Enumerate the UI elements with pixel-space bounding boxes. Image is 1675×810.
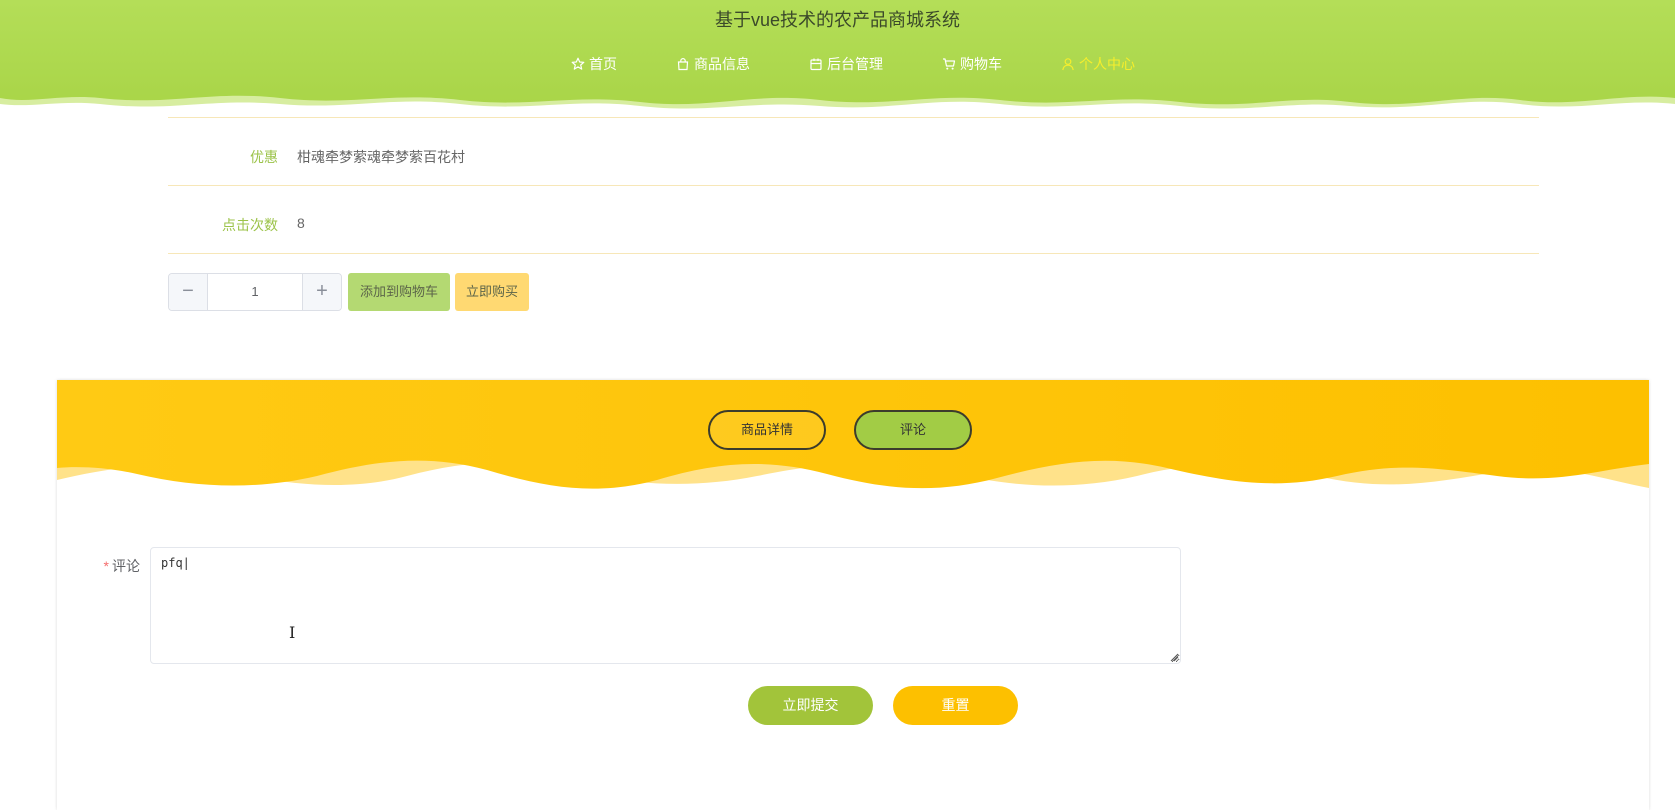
row-divider: [168, 253, 1539, 254]
main-nav: 首页 商品信息 后台管理 购物车 个人中心: [0, 52, 1675, 76]
tab-panel: 商品详情 评论 * 评论 pfq| I 立即提交 重置: [57, 380, 1649, 810]
quantity-input[interactable]: 1: [207, 274, 303, 310]
nav-label: 后台管理: [827, 56, 883, 72]
bag-icon: [676, 57, 690, 71]
tab-comments[interactable]: 评论: [854, 410, 972, 450]
site-header: 基于vue技术的农产品商城系统 首页 商品信息 后台管理 购物车 个人中心: [0, 0, 1675, 118]
cart-icon: [942, 57, 956, 71]
add-to-cart-button[interactable]: 添加到购物车: [348, 273, 450, 311]
increase-button[interactable]: +: [302, 274, 341, 310]
comment-label-text: 评论: [112, 558, 140, 574]
discount-label: 优惠: [250, 149, 278, 165]
click-count-label: 点击次数: [222, 217, 278, 233]
nav-label: 商品信息: [694, 56, 750, 72]
reset-button[interactable]: 重置: [893, 686, 1018, 725]
nav-label: 购物车: [960, 56, 1002, 72]
nav-item-cart[interactable]: 购物车: [942, 52, 1002, 76]
text-cursor-icon: I: [289, 623, 296, 642]
star-icon: [571, 57, 585, 71]
nav-label: 首页: [589, 56, 617, 72]
resize-handle-icon[interactable]: [1169, 652, 1179, 662]
nav-item-profile[interactable]: 个人中心: [1061, 52, 1135, 76]
nav-label: 个人中心: [1079, 56, 1135, 72]
box-icon: [809, 57, 823, 71]
click-count-value: 8: [297, 215, 305, 231]
nav-item-home[interactable]: 首页: [571, 52, 617, 76]
tab-product-details[interactable]: 商品详情: [708, 410, 826, 450]
comment-textarea[interactable]: pfq|: [150, 547, 1181, 664]
decrease-button[interactable]: −: [169, 274, 208, 310]
comment-label: * 评论: [57, 556, 140, 576]
buy-now-button[interactable]: 立即购买: [455, 273, 529, 311]
discount-value: 柑魂牵梦萦魂牵梦萦百花村: [297, 149, 465, 165]
nav-item-admin[interactable]: 后台管理: [809, 52, 883, 76]
required-mark: *: [103, 558, 109, 574]
row-divider: [168, 185, 1539, 186]
user-icon: [1061, 57, 1075, 71]
row-divider: [168, 117, 1539, 118]
nav-item-products[interactable]: 商品信息: [676, 52, 750, 76]
quantity-stepper: − 1 +: [168, 273, 342, 311]
panel-wave-background: [57, 380, 1649, 489]
site-title: 基于vue技术的农产品商城系统: [714, 10, 961, 30]
submit-button[interactable]: 立即提交: [748, 686, 873, 725]
